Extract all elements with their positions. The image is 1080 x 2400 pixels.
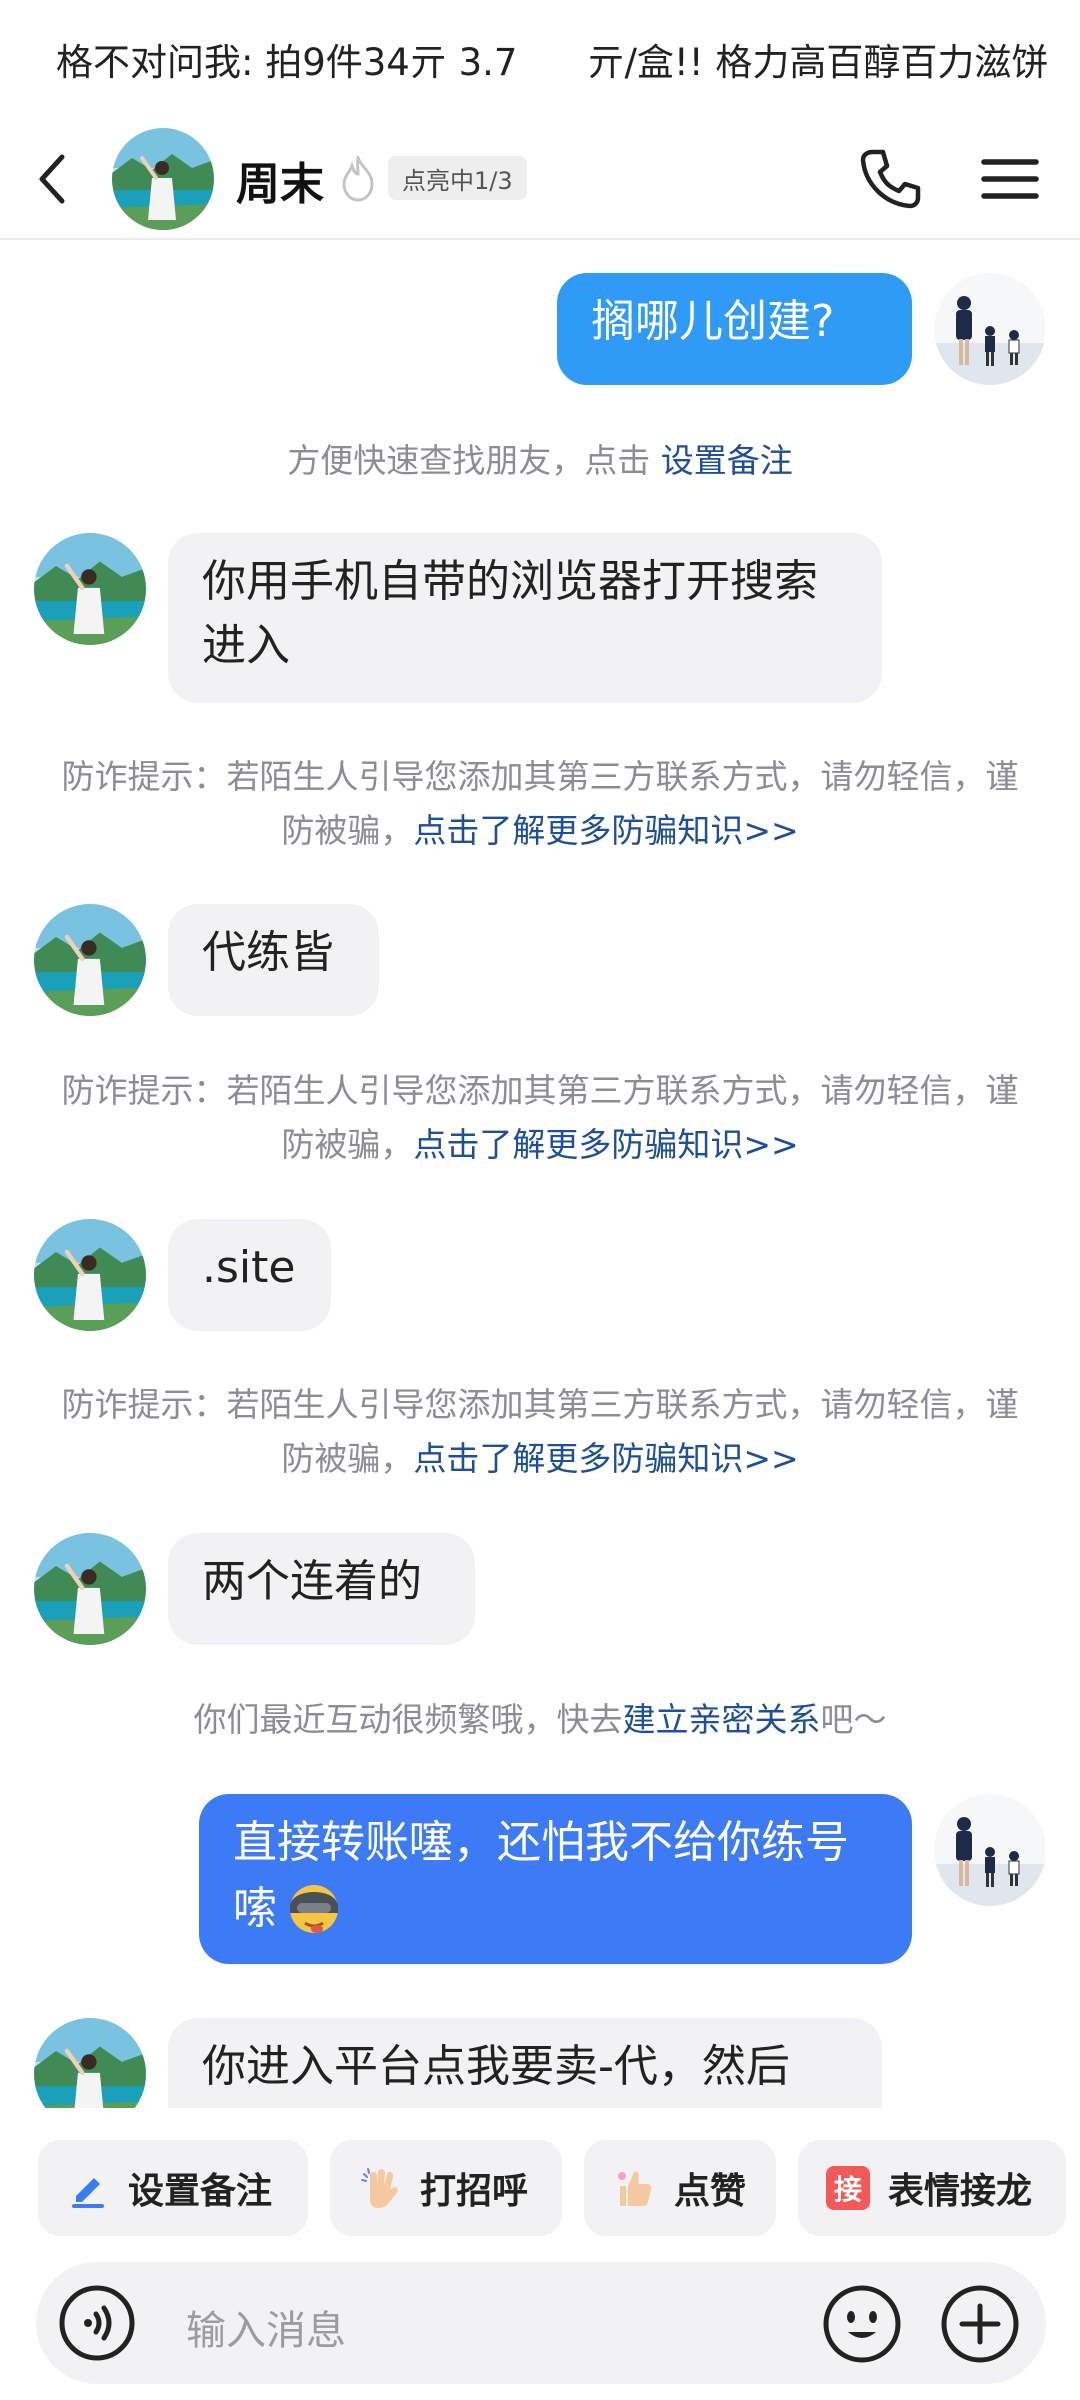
status-badge[interactable]: 点亮中1/3: [388, 156, 527, 200]
menu-icon[interactable]: [978, 148, 1042, 210]
incoming-message[interactable]: 两个连着的: [168, 1533, 475, 1645]
contact-message-avatar[interactable]: [34, 1219, 146, 1331]
contact-name: 周末: [236, 159, 324, 210]
jie-badge-icon: 接: [826, 2166, 870, 2210]
ticker-text-2: 亓/盒!! 格力高百醇百力滋饼: [587, 41, 1049, 84]
intimacy-text: 你们最近互动很频繁哦，快去: [193, 1700, 623, 1739]
thumbs-up-icon: [612, 2166, 656, 2210]
intimacy-notice: 你们最近互动很频繁哦，快去建立亲密关系吧～: [60, 1693, 1020, 1747]
anti-fraud-notice: 防诈提示：若陌生人引导您添加其第三方联系方式，请勿轻信，谨防被骗，点击了解更多防…: [60, 1378, 1020, 1486]
quick-actions-bar: 设置备注 打招呼 点赞 接 表情接龙: [0, 2108, 1080, 2248]
outgoing-message[interactable]: 搁哪儿创建?: [557, 273, 912, 385]
incoming-message[interactable]: 代练皆: [168, 904, 379, 1016]
incoming-message[interactable]: 你用手机自带的浏览器打开搜索进入: [168, 533, 882, 703]
message-input[interactable]: 输入消息: [186, 2298, 346, 2356]
system-notice: 方便快速查找朋友，点击 设置备注: [60, 434, 1020, 488]
quick-action-greet[interactable]: 打招呼: [330, 2140, 562, 2236]
quick-action-label: 表情接龙: [888, 2171, 1033, 2212]
quick-action-emoji-relay[interactable]: 接 表情接龙: [798, 2140, 1066, 2236]
promo-ticker: 格不对问我: 拍9件34亓 3.7 亓/盒!! 格力高百醇百力滋饼: [0, 0, 1080, 118]
outgoing-message[interactable]: 直接转账噻，还怕我不给你练号嗦: [199, 1794, 912, 1964]
intimacy-suffix: 吧～: [820, 1700, 887, 1739]
anti-fraud-link[interactable]: 点击了解更多防骗知识>>: [413, 1439, 798, 1478]
quick-action-label: 设置备注: [128, 2171, 273, 2212]
anti-fraud-link[interactable]: 点击了解更多防骗知识>>: [413, 1125, 798, 1164]
quick-action-label: 点赞: [674, 2171, 747, 2212]
quick-action-like[interactable]: 点赞: [584, 2140, 776, 2236]
message-clip: 你进入平台点我要卖-代，然后: [0, 2010, 1080, 2110]
anti-fraud-notice: 防诈提示：若陌生人引导您添加其第三方联系方式，请勿轻信，谨防被骗，点击了解更多防…: [60, 1064, 1020, 1172]
contact-message-avatar[interactable]: [34, 904, 146, 1016]
ticker-text-1: 格不对问我: 拍9件34亓 3.7: [56, 41, 518, 84]
flame-icon: [342, 156, 374, 202]
pencil-icon: [66, 2166, 110, 2210]
plus-icon[interactable]: [940, 2284, 1020, 2364]
chevron-left-icon: [39, 154, 65, 204]
helmet-emoji-icon: [290, 1885, 338, 1933]
message-input-bar: 输入消息: [36, 2262, 1046, 2384]
my-avatar[interactable]: [934, 273, 1046, 385]
build-relationship-link[interactable]: 建立亲密关系: [623, 1700, 821, 1739]
back-button[interactable]: [22, 146, 82, 212]
contact-avatar[interactable]: [112, 128, 214, 230]
anti-fraud-link[interactable]: 点击了解更多防骗知识>>: [413, 811, 798, 850]
my-avatar[interactable]: [934, 1794, 1046, 1906]
contact-message-avatar[interactable]: [34, 1533, 146, 1645]
contact-message-avatar[interactable]: [34, 2018, 146, 2110]
anti-fraud-notice: 防诈提示：若陌生人引导您添加其第三方联系方式，请勿轻信，谨防被骗，点击了解更多防…: [60, 750, 1020, 858]
set-remark-link[interactable]: 设置备注: [661, 441, 793, 480]
incoming-message[interactable]: 你进入平台点我要卖-代，然后: [168, 2018, 882, 2110]
phone-icon[interactable]: [855, 144, 925, 214]
contact-message-avatar[interactable]: [34, 533, 146, 645]
incoming-message[interactable]: .site: [168, 1219, 331, 1331]
quick-action-label: 打招呼: [420, 2171, 529, 2212]
chat-header: 周末 点亮中1/3: [0, 118, 1080, 240]
jie-badge-text: 接: [833, 2173, 862, 2206]
waving-hand-icon: [358, 2166, 402, 2210]
voice-icon[interactable]: [58, 2284, 136, 2362]
quick-action-set-remark[interactable]: 设置备注: [38, 2140, 308, 2236]
system-notice-text: 方便快速查找朋友，点击: [287, 441, 661, 480]
emoji-icon[interactable]: [822, 2284, 902, 2364]
